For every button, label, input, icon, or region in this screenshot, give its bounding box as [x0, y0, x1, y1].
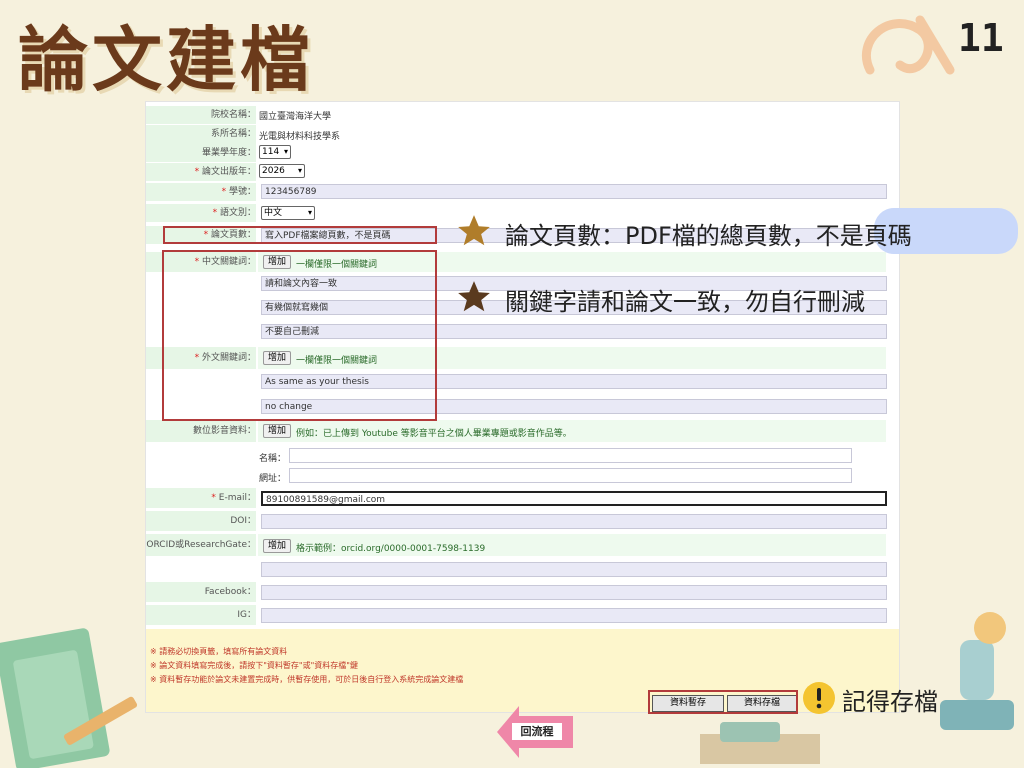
page-number: 11	[958, 16, 1004, 60]
star-icon	[458, 215, 490, 246]
department-value: 光電與材料科技學系	[259, 132, 341, 142]
pages-callout: 論文頁數：PDF檔的總頁數，不是頁碼	[505, 216, 912, 251]
school-label: 院校名稱：	[146, 106, 256, 124]
decorative-stamp-icon	[940, 612, 1014, 730]
graduation-year-select[interactable]: 114 ▾	[259, 145, 291, 159]
pages-highlight-box	[163, 226, 437, 244]
doi-label: DOI：	[146, 511, 256, 531]
decorative-swirl-icon	[861, 15, 955, 75]
media-label: 數位影音資料：	[146, 420, 256, 442]
student-id-label-text: 學號：	[228, 187, 256, 197]
orcid-label: ORCID或ResearchGate：	[146, 534, 256, 556]
pages-callout-emphasis: 不是頁碼	[815, 222, 912, 250]
media-hint: 例如：已上傳到 Youtube 等影音平台之個人畢業專題或影音作品等。	[296, 429, 572, 439]
email-input[interactable]: 89100891589@gmail.com	[261, 491, 887, 506]
language-select[interactable]: 中文 ▾	[261, 206, 315, 220]
email-label-text: E-mail：	[218, 493, 256, 503]
note-item: ※ 請務必切換頁籤，填寫所有論文資料	[150, 647, 288, 656]
school-value: 國立臺灣海洋大學	[259, 112, 332, 122]
language-value: 中文	[264, 208, 283, 218]
graduation-year-label: 畢業學年度：	[146, 144, 256, 162]
chevron-down-icon: ▾	[283, 147, 288, 156]
media-name-input[interactable]	[289, 448, 852, 463]
email-label: * E-mail：	[146, 488, 256, 508]
facebook-label: Facebook：	[146, 582, 256, 602]
back-to-flow-label: 回流程	[512, 723, 562, 740]
orcid-hint: 格示範例：orcid.org/0000-0001-7598-1139	[296, 544, 486, 554]
media-name-label: 名稱：	[259, 454, 287, 464]
required-mark: *	[194, 167, 202, 177]
pages-callout-text: 論文頁數：PDF檔的總頁數，	[505, 222, 816, 250]
required-mark: *	[212, 208, 220, 218]
orcid-input[interactable]	[261, 562, 887, 577]
student-id-input[interactable]: 123456789	[261, 184, 887, 199]
required-mark: *	[221, 187, 229, 197]
decorative-pencil-icon	[0, 628, 138, 768]
media-url-input[interactable]	[289, 468, 852, 483]
note-item: ※ 資料暫存功能於論文未建置完成時，供暫存使用，可於日後自行登入系統完成論文建檔	[150, 675, 464, 684]
language-label-text: 語文別：	[219, 208, 256, 218]
orcid-add-button[interactable]: 增加	[263, 539, 292, 553]
slide-title: 論文建檔	[18, 19, 314, 101]
required-mark: *	[211, 493, 219, 503]
graduation-year-value: 114	[262, 147, 280, 157]
save-callout: 記得存檔	[842, 688, 938, 716]
publication-year-value: 2026	[262, 166, 285, 176]
publication-year-select[interactable]: 2026 ▾	[259, 164, 305, 178]
keyword-callout: 關鍵字請和論文一致，勿自行刪減	[505, 288, 865, 316]
media-url-label: 網址：	[259, 474, 287, 484]
student-id-label: * 學號：	[146, 183, 256, 201]
ig-label: IG：	[146, 605, 256, 625]
save-buttons-highlight-box	[648, 690, 798, 714]
publication-year-label: * 論文出版年：	[146, 163, 256, 181]
chevron-down-icon: ▾	[297, 166, 302, 175]
department-label: 系所名稱：	[146, 125, 256, 144]
doi-input[interactable]	[261, 514, 887, 529]
ig-input[interactable]	[261, 608, 887, 623]
keywords-highlight-box	[162, 250, 437, 421]
media-add-button[interactable]: 增加	[263, 424, 292, 438]
note-item: ※ 論文資料填寫完成後，請按下"資料暫存"或"資料存檔"鍵	[150, 661, 358, 670]
decorative-ruler-icon	[700, 722, 820, 764]
star-icon	[458, 281, 490, 312]
exclamation-icon	[803, 682, 835, 714]
publication-year-label-text: 論文出版年：	[201, 167, 256, 177]
language-label: * 語文別：	[146, 204, 256, 222]
facebook-input[interactable]	[261, 585, 887, 600]
chevron-down-icon: ▾	[307, 208, 312, 217]
